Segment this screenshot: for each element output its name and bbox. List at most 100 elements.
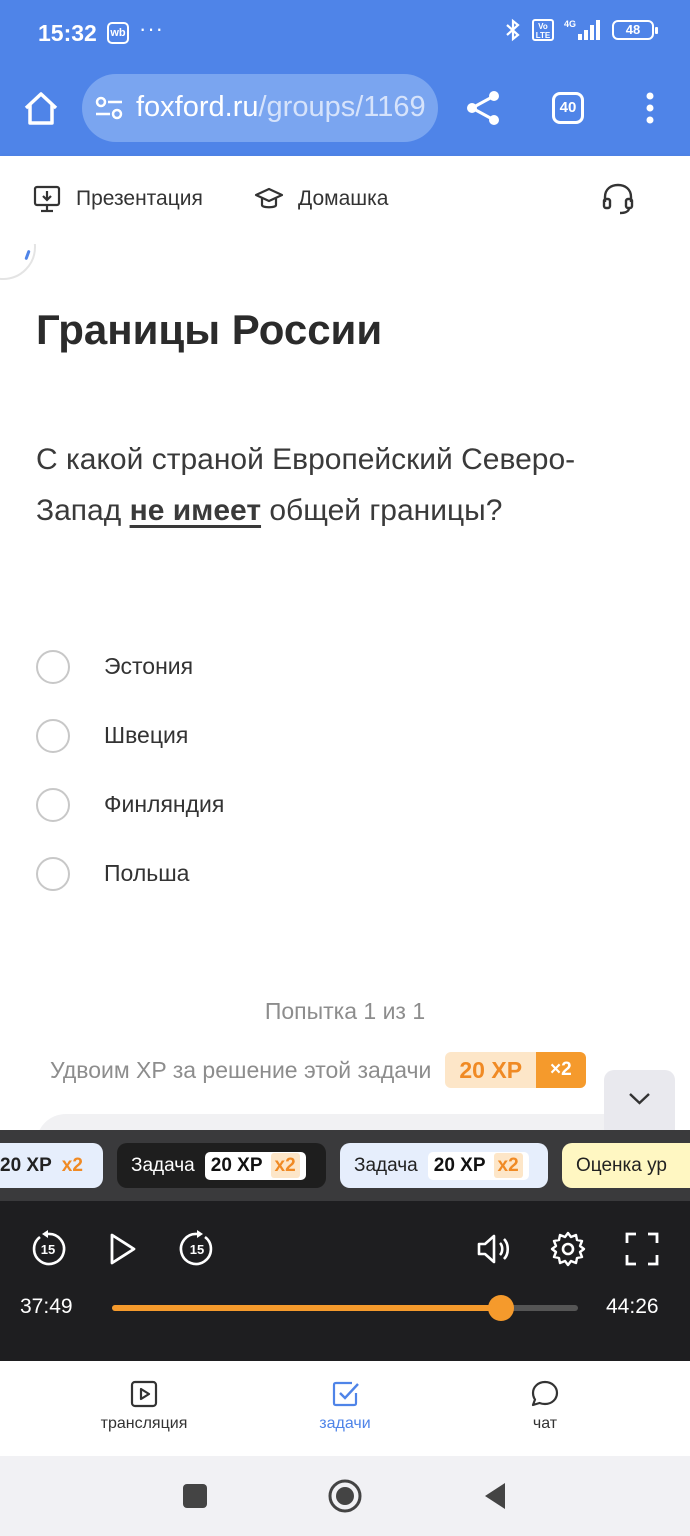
- task-chip[interactable]: Задача 20 XP x2: [340, 1143, 548, 1188]
- url-text[interactable]: foxford.ru/groups/1169: [136, 91, 426, 124]
- more-notifications-icon: ···: [139, 16, 164, 41]
- video-player: 15 15 37:49 44:26: [0, 1201, 690, 1361]
- nav-chat[interactable]: чат: [465, 1379, 625, 1433]
- nav-tasks[interactable]: задачи: [265, 1379, 425, 1433]
- headset-support-icon[interactable]: [600, 182, 636, 216]
- url-path: /groups/1169: [258, 91, 426, 123]
- nav-chat-label: чат: [532, 1415, 558, 1432]
- browser-menu-icon[interactable]: [638, 92, 662, 124]
- home-icon[interactable]: [20, 88, 62, 130]
- settings-gear-icon[interactable]: [548, 1229, 588, 1269]
- task-chip-label: Задача: [131, 1154, 195, 1176]
- url-domain: foxford.ru: [136, 91, 259, 123]
- forward-15-icon[interactable]: 15: [177, 1229, 217, 1269]
- homework-label: Домашка: [298, 187, 389, 210]
- task-chip-multiplier: x2: [61, 1154, 83, 1176]
- question-emphasis: не имеет: [129, 494, 262, 527]
- grade-chip-label: Оценка ур: [576, 1154, 667, 1176]
- nav-broadcast-label: трансляция: [100, 1415, 188, 1432]
- rewind-seconds: 15: [41, 1242, 55, 1257]
- chevron-down-icon: [629, 1093, 650, 1105]
- seek-bar[interactable]: [112, 1295, 578, 1321]
- task-chip-xp: 20 XP: [210, 1154, 263, 1176]
- answer-options: Эстония Швеция Финляндия Польша: [36, 632, 224, 908]
- site-settings-icon[interactable]: [94, 94, 124, 122]
- question-text-end: общей границы?: [261, 494, 503, 527]
- task-topic-title: Границы России: [36, 306, 383, 353]
- xp-value: 20 XP: [445, 1052, 537, 1088]
- task-chip-multiplier: x2: [270, 1152, 300, 1178]
- radio-button[interactable]: [36, 649, 70, 684]
- answer-option[interactable]: Швеция: [36, 701, 224, 770]
- share-icon[interactable]: [464, 88, 502, 128]
- home-system-icon[interactable]: [327, 1478, 363, 1514]
- task-chip-label: Задача: [354, 1154, 418, 1176]
- volte-icon: Vo LTE: [532, 19, 554, 41]
- current-time: 37:49: [20, 1295, 73, 1318]
- check-square-icon: [332, 1381, 359, 1407]
- submit-button[interactable]: [36, 1114, 656, 1130]
- task-strip: 20 XP x2 Задача 20 XP x2 Задача 20 XP x2 О…: [0, 1130, 690, 1201]
- xp-badge: 20 XP ×2: [445, 1052, 586, 1088]
- total-time: 44:26: [606, 1295, 659, 1318]
- homework-button[interactable]: Домашка: [254, 184, 388, 214]
- radio-button[interactable]: [36, 787, 70, 822]
- tabs-count-button[interactable]: 40: [552, 92, 584, 124]
- recents-icon[interactable]: [177, 1478, 213, 1514]
- rewind-15-icon[interactable]: 15: [28, 1229, 68, 1269]
- network-type: 4G: [564, 19, 576, 29]
- task-chip-xp-pill: 20 XP x2: [204, 1151, 306, 1180]
- battery-icon: 48: [612, 20, 658, 40]
- bluetooth-icon: [506, 18, 520, 42]
- task-chip[interactable]: 20 XP x2: [0, 1143, 103, 1188]
- back-icon[interactable]: [477, 1478, 513, 1514]
- fullscreen-icon[interactable]: [622, 1229, 662, 1269]
- presentation-label: Презентация: [76, 187, 203, 210]
- progress-ring: [0, 244, 36, 280]
- double-xp-offer: Удвоим XP за решение этой задачи 20 XP ×…: [50, 1052, 586, 1088]
- graduation-cap-icon: [254, 187, 284, 209]
- play-square-icon: [130, 1380, 158, 1408]
- task-card: Границы России С какой страной Европейск…: [0, 244, 690, 1130]
- task-chip-xp-pill: 20 XP x2: [427, 1151, 529, 1180]
- answer-option[interactable]: Польша: [36, 839, 224, 908]
- task-chip-xp: 20 XP: [0, 1154, 52, 1176]
- presentation-button[interactable]: Презентация: [32, 184, 203, 214]
- answer-option[interactable]: Эстония: [36, 632, 224, 701]
- task-chip-xp: 20 XP: [433, 1154, 486, 1176]
- status-time: 15:32: [38, 20, 97, 46]
- answer-option-label: Швеция: [104, 722, 189, 748]
- task-chip-multiplier: x2: [493, 1152, 523, 1178]
- collapse-button[interactable]: [604, 1070, 675, 1136]
- download-presentation-icon: [33, 185, 61, 213]
- forward-seconds: 15: [190, 1242, 204, 1257]
- task-chip-active[interactable]: Задача 20 XP x2: [117, 1143, 326, 1188]
- browser-chrome: 15:32 wb ··· Vo LTE 4G 48 foxford.ru/gro…: [0, 0, 690, 156]
- answer-option-label: Финляндия: [104, 791, 225, 817]
- play-icon[interactable]: [102, 1229, 142, 1269]
- question-text: С какой страной Европейский Северо-Запад…: [36, 434, 636, 536]
- lesson-toolbar: Презентация Домашка: [0, 156, 690, 244]
- signal-icon: 4G: [564, 19, 600, 40]
- volume-icon[interactable]: [474, 1229, 514, 1269]
- answer-option-label: Эстония: [104, 653, 194, 679]
- seek-bar-progress: [112, 1305, 502, 1311]
- status-icons: Vo LTE 4G 48: [504, 18, 658, 42]
- bottom-nav: трансляция задачи чат: [0, 1361, 690, 1456]
- answer-option[interactable]: Финляндия: [36, 770, 224, 839]
- chat-bubble-icon: [531, 1380, 559, 1407]
- nav-broadcast[interactable]: трансляция: [64, 1379, 224, 1433]
- double-xp-label: Удвоим XP за решение этой задачи: [50, 1056, 432, 1083]
- attempt-counter: Попытка 1 из 1: [264, 998, 426, 1024]
- radio-button[interactable]: [36, 856, 70, 891]
- answer-option-label: Польша: [104, 860, 190, 886]
- xp-multiplier: ×2: [536, 1052, 586, 1088]
- radio-button[interactable]: [36, 718, 70, 753]
- nav-tasks-label: задачи: [319, 1415, 371, 1432]
- status-bar: 15:32 wb ··· Vo LTE 4G 48: [0, 0, 690, 68]
- system-nav-bar: [0, 1456, 690, 1536]
- wb-app-icon: wb: [107, 22, 129, 44]
- grade-chip[interactable]: Оценка ур: [562, 1143, 690, 1188]
- seek-bar-thumb[interactable]: [488, 1295, 515, 1321]
- address-bar[interactable]: foxford.ru/groups/1169: [82, 74, 438, 142]
